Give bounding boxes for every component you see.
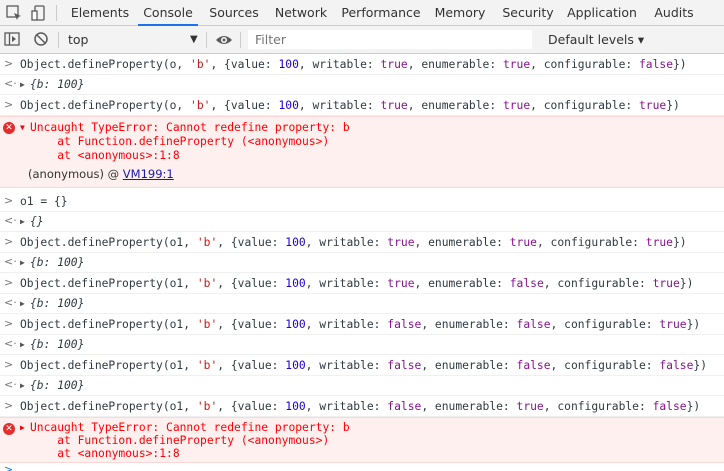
result-arrow-icon: <· (4, 378, 17, 391)
tab-audits[interactable]: Audits (648, 0, 700, 25)
console-result-row[interactable]: <· ▶ {b: 100} (0, 294, 724, 314)
command-text: Object.defineProperty(o, 'b', {value: 10… (20, 99, 680, 112)
console-error-message: ✕ ▼ Uncaught TypeError: Cannot redefine p… (0, 116, 724, 188)
command-text: Object.defineProperty(o, 'b', {value: 10… (20, 58, 687, 71)
inspect-element-icon[interactable] (5, 4, 23, 22)
result-arrow-icon: <· (4, 296, 17, 309)
result-arrow-icon: <· (4, 214, 17, 227)
input-prompt-icon: > (4, 194, 14, 207)
input-prompt-icon: > (4, 235, 14, 248)
console-toolbar: top ▼ Default levels ▾ (0, 26, 724, 54)
error-source: (anonymous) @ VM199:1 (28, 167, 174, 181)
command-text: o1 = {} (20, 195, 68, 208)
command-text: Object.defineProperty(o1, 'b', {value: 1… (20, 400, 701, 413)
result-value[interactable]: ▶ {b: 100} (20, 77, 84, 93)
show-console-sidebar-icon[interactable] (3, 30, 21, 48)
stack-frame: at <anonymous>:1:8 (30, 149, 180, 162)
error-icon: ✕ (3, 122, 15, 134)
input-prompt-icon: > (4, 57, 14, 70)
log-levels-dropdown[interactable]: Default levels ▾ (548, 26, 644, 53)
tab-network[interactable]: Network (270, 0, 332, 25)
console-result-row[interactable]: <· ▶ {b: 100} (0, 253, 724, 273)
tab-application[interactable]: Application (566, 0, 638, 25)
console-input-row: > Object.defineProperty(o1, 'b', {value:… (0, 273, 724, 294)
input-prompt-icon: > (4, 317, 14, 330)
toolbar-separator (206, 32, 207, 48)
input-prompt-icon: > (4, 358, 14, 371)
console-error-message: ✕ ▶ Uncaught TypeError: Cannot redefine p… (0, 417, 724, 463)
filter-input[interactable] (248, 30, 532, 49)
console-result-row[interactable]: <· ▶ {b: 100} (0, 376, 724, 396)
result-value[interactable]: ▶ {b: 100} (20, 255, 84, 271)
result-arrow-icon: <· (4, 337, 17, 350)
toolbar-separator (240, 32, 241, 48)
console-input-row: > Object.defineProperty(o1, 'b', {value:… (0, 232, 724, 253)
input-prompt-icon: > (4, 463, 14, 471)
input-prompt-icon: > (4, 276, 14, 289)
tab-elements[interactable]: Elements (68, 0, 132, 25)
result-value[interactable]: ▶ {b: 100} (20, 337, 84, 353)
tab-security[interactable]: Security (496, 0, 560, 25)
command-text: Object.defineProperty(o1, 'b', {value: 1… (20, 318, 701, 331)
result-value[interactable]: ▶ {b: 100} (20, 378, 84, 394)
command-text: Object.defineProperty(o1, 'b', {value: 1… (20, 359, 707, 372)
clear-console-icon[interactable] (32, 30, 50, 48)
console-input-row: > Object.defineProperty(o, 'b', {value: … (0, 95, 724, 116)
live-expression-eye-icon[interactable] (215, 31, 233, 49)
stack-frame: at <anonymous>:1:8 (30, 447, 180, 460)
chevron-down-icon[interactable]: ▼ (190, 26, 198, 53)
console-input-row: > Object.defineProperty(o, 'b', {value: … (0, 54, 724, 75)
console-input-row: > Object.defineProperty(o1, 'b', {value:… (0, 355, 724, 376)
toolbar-separator (58, 32, 59, 48)
console-result-row[interactable]: <· ▶ {b: 100} (0, 75, 724, 95)
devtools-tabbar: Elements Console Sources Network Perform… (0, 0, 724, 26)
error-icon: ✕ (3, 423, 15, 435)
result-value[interactable]: ▶ {b: 100} (20, 296, 84, 312)
execution-context-select[interactable]: top (68, 26, 88, 53)
console-prompt[interactable]: > (0, 463, 724, 471)
input-prompt-icon: > (4, 98, 14, 111)
tab-memory[interactable]: Memory (430, 0, 490, 25)
console-input-row: > Object.defineProperty(o1, 'b', {value:… (0, 396, 724, 417)
command-text: Object.defineProperty(o1, 'b', {value: 1… (20, 277, 694, 290)
console-input-row: > Object.defineProperty(o1, 'b', {value:… (0, 314, 724, 335)
console-result-row[interactable]: <· ▶{} (0, 212, 724, 232)
source-link[interactable]: VM199:1 (123, 167, 174, 181)
result-arrow-icon: <· (4, 255, 17, 268)
tab-separator (56, 5, 57, 21)
tab-console[interactable]: Console (138, 0, 198, 26)
result-value[interactable]: ▶{} (20, 214, 44, 230)
tab-sources[interactable]: Sources (204, 0, 264, 25)
result-arrow-icon: <· (4, 77, 17, 90)
console-messages: > Object.defineProperty(o, 'b', {value: … (0, 54, 724, 471)
console-result-row[interactable]: <· ▶ {b: 100} (0, 335, 724, 355)
tab-performance[interactable]: Performance (338, 0, 424, 25)
input-prompt-icon: > (4, 399, 14, 412)
command-text: Object.defineProperty(o1, 'b', {value: 1… (20, 236, 687, 249)
device-toolbar-icon[interactable] (30, 4, 48, 22)
console-input-row: > o1 = {} (0, 191, 724, 212)
